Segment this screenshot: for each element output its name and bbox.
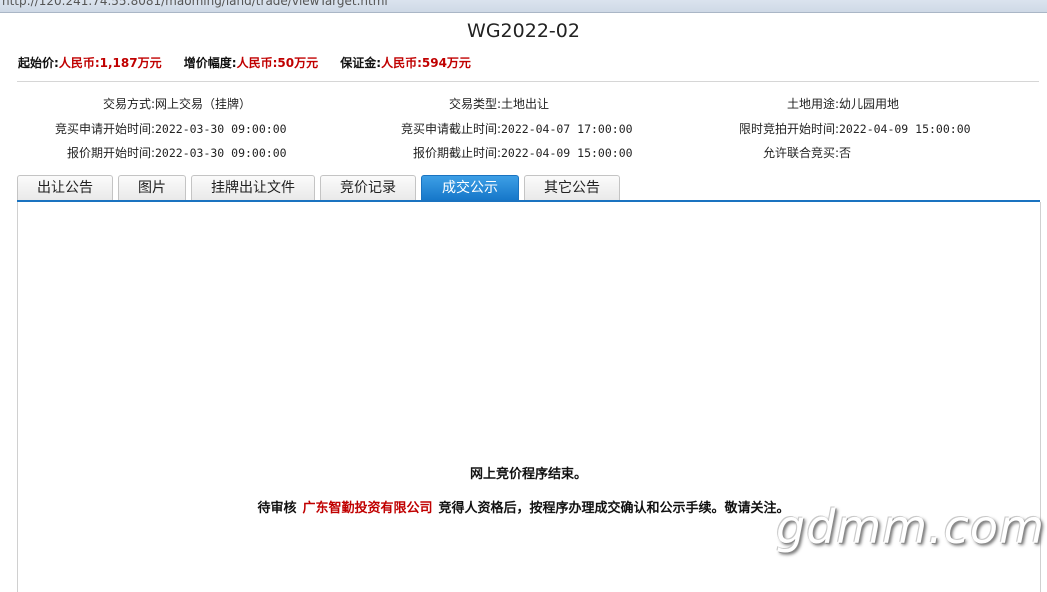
joint-bid-label: 允许联合竞买: (762, 146, 839, 160)
apply-start-row: 竞买申请开始时间:2022-03-30 09:00:00 (15, 120, 287, 137)
price-summary: 起始价:人民币:1,187万元 增价幅度:人民币:50万元 保证金:人民币:59… (18, 54, 489, 71)
site-watermark: gdmm.com (776, 500, 1045, 554)
result-prefix: 待审核 (257, 501, 297, 516)
tab-other-notices[interactable]: 其它公告 (524, 175, 620, 200)
result-message: 网上竞价程序结束。 (469, 467, 587, 482)
land-use-row: 土地用途:幼儿园用地 (671, 95, 899, 112)
trade-type-row: 交易类型:土地出让 (341, 95, 549, 112)
land-use-value: 幼儿园用地 (839, 97, 900, 111)
tab-bid-records[interactable]: 竞价记录 (320, 175, 416, 200)
apply-end-value: 2022-04-07 17:00:00 (501, 122, 633, 136)
trade-method-label: 交易方式: (102, 97, 155, 111)
quote-start-row: 报价期开始时间:2022-03-30 09:00:00 (15, 144, 287, 161)
apply-end-row: 竞买申请截止时间:2022-04-07 17:00:00 (341, 120, 633, 137)
start-price-value: 人民币:1,187万元 (58, 56, 162, 70)
trade-type-value: 土地出让 (501, 97, 550, 111)
tab-images[interactable]: 图片 (118, 175, 186, 200)
joint-bid-row: 允许联合竞买:否 (671, 144, 851, 161)
result-suffix: 竞得人资格后，按程序办理成交确认和公示手续。敬请关注。 (438, 501, 790, 516)
deposit-label: 保证金: (340, 56, 382, 70)
trade-type-label: 交易类型: (448, 97, 501, 111)
trade-method-row: 交易方式:网上交易（挂牌） (15, 95, 251, 112)
land-use-label: 土地用途: (786, 97, 839, 111)
divider (17, 81, 1039, 82)
tab-listing-documents[interactable]: 挂牌出让文件 (191, 175, 315, 200)
winner-name: 广东智勤投资有限公司 (302, 501, 433, 516)
apply-end-label: 竞买申请截止时间: (400, 122, 501, 136)
trade-method-value: 网上交易（挂牌） (155, 97, 252, 111)
increment-value: 人民币:50万元 (236, 56, 319, 70)
apply-start-value: 2022-03-30 09:00:00 (155, 122, 287, 136)
deposit-value: 人民币:594万元 (381, 56, 471, 70)
browser-address-bar[interactable]: http://120.241.74.55:8081/maoming/land/t… (0, 0, 1047, 13)
apply-start-label: 竞买申请开始时间: (54, 122, 155, 136)
quote-end-value: 2022-04-09 15:00:00 (501, 146, 633, 160)
deposit: 保证金:人民币:594万元 (340, 56, 471, 70)
quote-start-label: 报价期开始时间: (66, 146, 155, 160)
url-text: http://120.241.74.55:8081/maoming/land/t… (2, 0, 388, 8)
page-title: WG2022-02 (467, 20, 580, 42)
limited-start-value: 2022-04-09 15:00:00 (839, 122, 971, 136)
joint-bid-value: 否 (839, 146, 852, 160)
start-price: 起始价:人民币:1,187万元 (18, 56, 162, 70)
quote-end-row: 报价期截止时间:2022-04-09 15:00:00 (341, 144, 633, 161)
start-price-label: 起始价: (18, 56, 59, 70)
quote-end-label: 报价期截止时间: (412, 146, 501, 160)
tab-deal-announcement[interactable]: 成交公示 (421, 175, 519, 200)
quote-start-value: 2022-03-30 09:00:00 (155, 146, 287, 160)
limited-start-label: 限时竞拍开始时间: (738, 122, 839, 136)
tab-transfer-notice[interactable]: 出让公告 (17, 175, 113, 200)
limited-start-row: 限时竞拍开始时间:2022-04-09 15:00:00 (671, 120, 971, 137)
increment-label: 增价幅度: (183, 56, 237, 70)
increment: 增价幅度:人民币:50万元 (184, 56, 318, 70)
